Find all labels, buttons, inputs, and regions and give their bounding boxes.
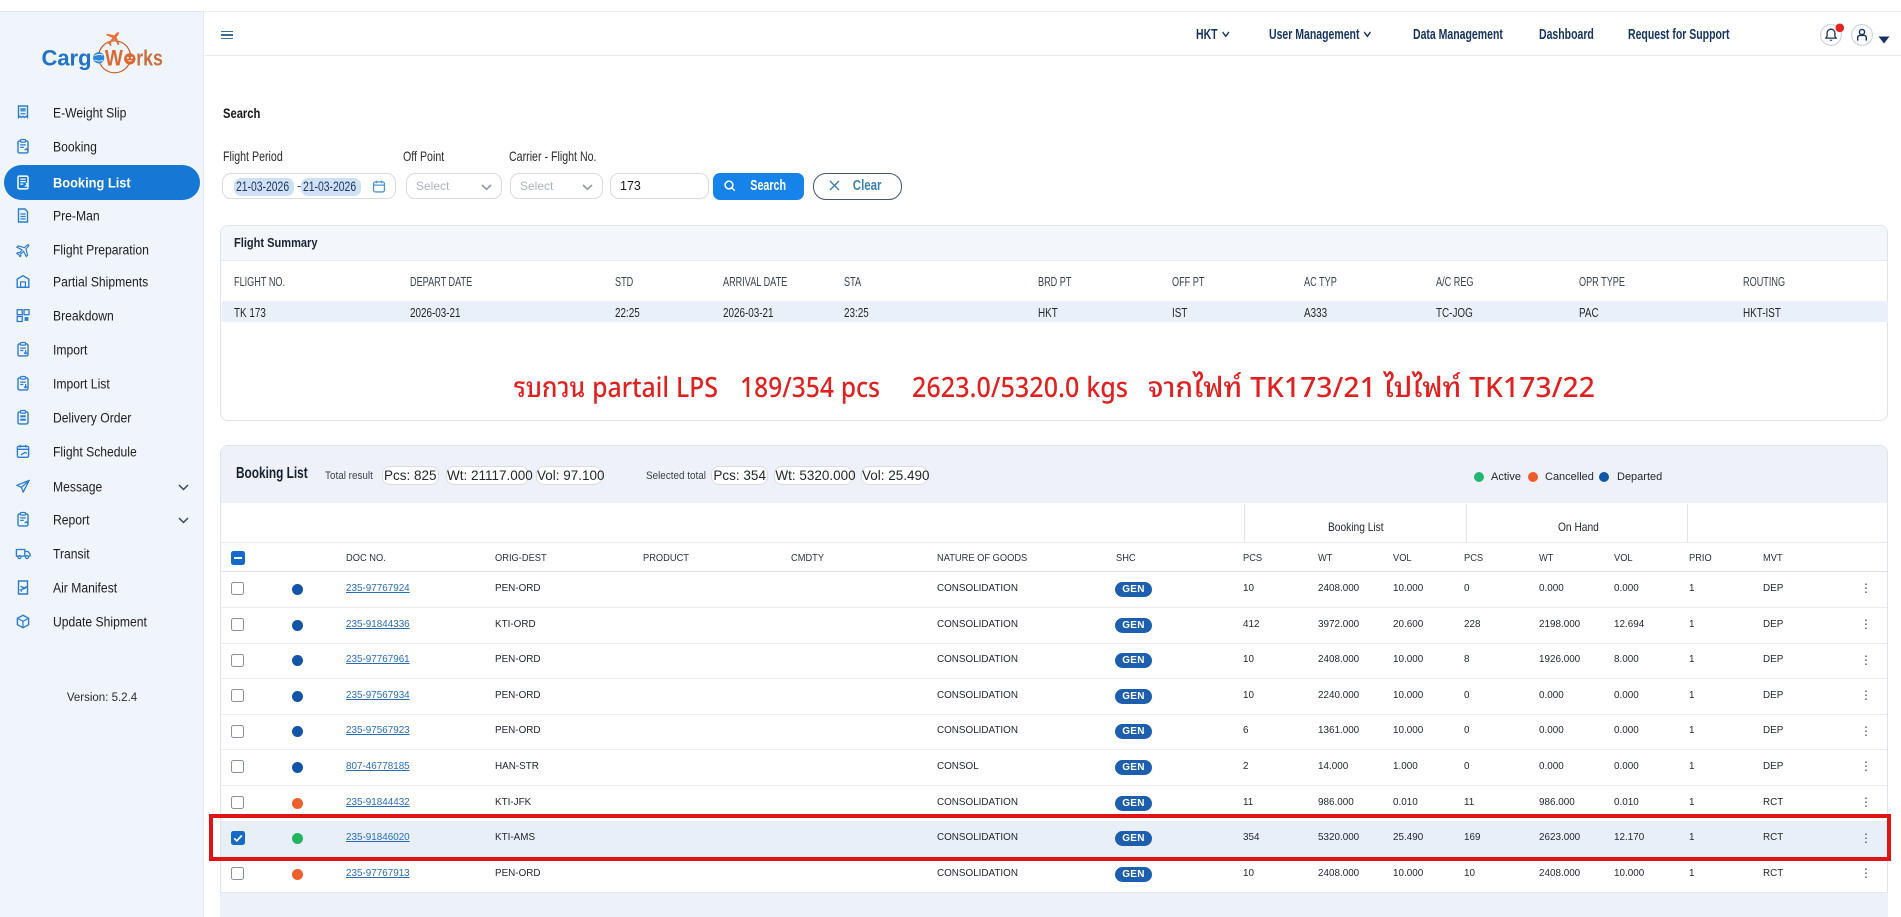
svg-text:Carg: Carg <box>42 46 92 71</box>
svg-text:rks: rks <box>136 46 163 71</box>
svg-text:W: W <box>105 46 123 71</box>
